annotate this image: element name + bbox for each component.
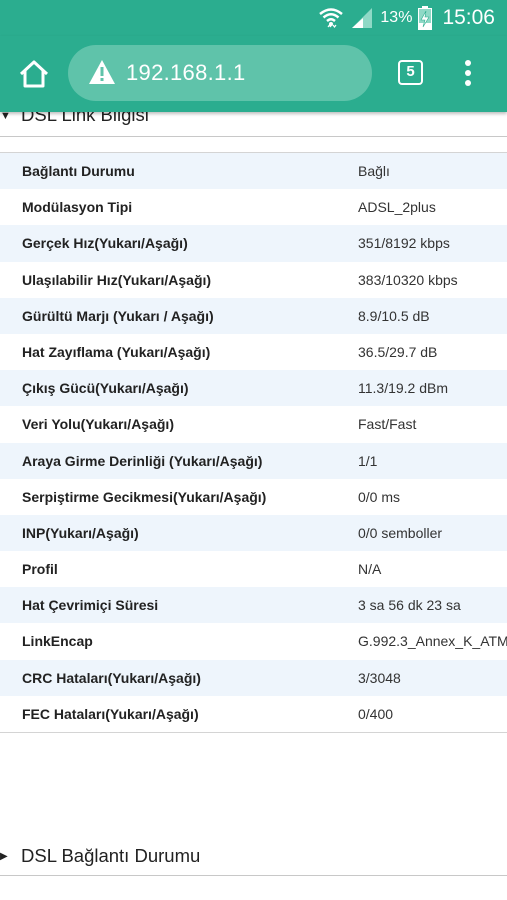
row-value: 0/400 (358, 705, 394, 722)
table-row: LinkEncap G.992.3_Annex_K_ATM (0, 623, 507, 659)
warning-icon[interactable] (88, 59, 116, 85)
row-value: 0/0 ms (358, 488, 401, 505)
table-row: Hat Çevrimiçi Süresi 3 sa 56 dk 23 sa (0, 587, 507, 624)
row-label: Modülasyon Tipi (22, 199, 133, 216)
row-value: 3 sa 56 dk 23 sa (358, 597, 461, 614)
row-value: Fast/Fast (358, 416, 417, 433)
row-label: INP(Yukarı/Aşağı) (22, 524, 139, 541)
collapse-arrow-icon[interactable]: ▼ (0, 112, 11, 122)
section-title: DSL Bağlantı Durumu (21, 845, 201, 866)
row-label: LinkEncap (22, 633, 93, 650)
row-label: Serpiştirme Gecikmesi(Yukarı/Aşağı) (22, 488, 267, 505)
row-label: Bağlantı Durumu (22, 163, 135, 179)
row-label: Araya Girme Derinliği (Yukarı/Aşağı) (22, 452, 263, 469)
address-bar[interactable]: 192.168.1.1 (68, 45, 372, 101)
wifi-icon (319, 8, 344, 28)
home-icon[interactable] (16, 56, 52, 92)
table-row: Hat Zayıflama (Yukarı/Aşağı) 36.5/29.7 dB (0, 334, 507, 370)
table-row: Çıkış Gücü(Yukarı/Aşağı) 11.3/19.2 dBm (0, 370, 507, 407)
section-title: DSL Link Bilgisi (21, 112, 149, 125)
table-row: CRC Hataları(Yukarı/Aşağı) 3/3048 (0, 659, 507, 696)
row-value: 383/10320 kbps (358, 271, 458, 288)
table-row: FEC Hataları(Yukarı/Aşağı) 0/400 (0, 696, 507, 732)
row-value: N/A (358, 561, 382, 578)
table-row: Profil N/A (0, 551, 507, 587)
row-label: FEC Hataları(Yukarı/Aşağı) (22, 705, 199, 722)
row-label: Ulaşılabilir Hız(Yukarı/Aşağı) (22, 271, 212, 288)
section-header-dsl-connection[interactable]: ▶ DSL Bağlantı Durumu (0, 840, 507, 876)
page-content: ▼ DSL Link Bilgisi Bağlantı Durumu Bağlı M… (0, 112, 507, 900)
overflow-menu-icon[interactable] (458, 60, 478, 90)
clock: 15:06 (442, 6, 495, 29)
url-text[interactable]: 192.168.1.1 (126, 60, 246, 86)
row-value: 11.3/19.2 dBm (358, 380, 449, 397)
table-row: Araya Girme Derinliği (Yukarı/Aşağı) 1/1 (0, 442, 507, 479)
row-label: Veri Yolu(Yukarı/Aşağı) (22, 416, 174, 433)
browser-toolbar: 192.168.1.1 5 (0, 36, 507, 112)
table-row: Modülasyon Tipi ADSL_2plus (0, 189, 507, 225)
signal-icon (352, 8, 373, 28)
battery-percent: 13% (380, 9, 413, 26)
table-row: Ulaşılabilir Hız(Yukarı/Aşağı) 383/10320 … (0, 262, 507, 298)
row-value: Bağlı (358, 163, 390, 179)
row-value: 351/8192 kbps (358, 235, 450, 252)
divider (0, 875, 507, 876)
row-label: Profil (22, 561, 58, 578)
expand-arrow-icon[interactable]: ▶ (0, 851, 8, 862)
dsl-info-table: Bağlantı Durumu Bağlı Modülasyon Tipi ADSL_… (0, 152, 507, 733)
row-label: Gerçek Hız(Yukarı/Aşağı) (22, 235, 188, 252)
status-bar: 13% 15:06 (0, 0, 507, 36)
row-label: CRC Hataları(Yukarı/Aşağı) (22, 669, 201, 686)
row-label: Gürültü Marjı (Yukarı / Aşağı) (22, 307, 214, 324)
battery-charging-icon (418, 6, 433, 30)
table-row: Serpiştirme Gecikmesi(Yukarı/Aşağı) 0/0 m… (0, 479, 507, 515)
row-value: 36.5/29.7 dB (358, 343, 438, 360)
table-row: INP(Yukarı/Aşağı) 0/0 semboller (0, 514, 507, 552)
row-value: 1/1 (358, 452, 378, 469)
table-row: Gürültü Marjı (Yukarı / Aşağı) 8.9/10.5 d… (0, 297, 507, 334)
table-row: Veri Yolu(Yukarı/Aşağı) Fast/Fast (0, 406, 507, 442)
table-row: Gerçek Hız(Yukarı/Aşağı) 351/8192 kbps (0, 225, 507, 262)
row-value: 0/0 semboller (358, 524, 443, 541)
row-label: Hat Çevrimiçi Süresi (22, 597, 159, 614)
table-row: Bağlantı Durumu Bağlı (0, 153, 507, 190)
row-value: 3/3048 (358, 669, 401, 686)
row-value: ADSL_2plus (358, 199, 436, 216)
divider (0, 136, 507, 137)
tabs-icon[interactable]: 5 (398, 60, 423, 85)
row-label: Çıkış Gücü(Yukarı/Aşağı) (22, 380, 189, 397)
row-label: Hat Zayıflama (Yukarı/Aşağı) (22, 343, 211, 360)
row-value: G.992.3_Annex_K_ATM (358, 633, 507, 650)
section-header-dsl-link[interactable]: ▼ DSL Link Bilgisi (0, 112, 507, 132)
row-value: 8.9/10.5 dB (358, 307, 430, 324)
